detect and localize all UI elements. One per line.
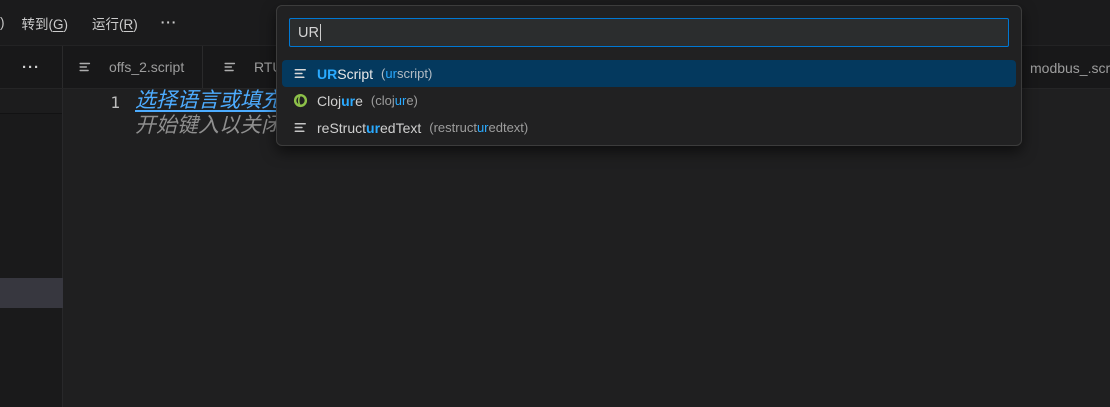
plaintext-file-icon	[222, 59, 238, 75]
tab-modbus-script[interactable]: modbus_.scr	[1023, 47, 1110, 89]
sidebar-selected-item[interactable]	[0, 278, 63, 308]
menu-overflow-fragment: )	[0, 15, 5, 30]
quick-pick-item-restructuredtext[interactable]: reStructuredText (restructuredtext)	[282, 114, 1016, 141]
tab-label: modbus_.scr	[1030, 60, 1110, 76]
plaintext-file-icon	[77, 59, 93, 75]
tab-label: offs_2.script	[109, 59, 184, 75]
quick-input-box[interactable]: UR	[289, 18, 1009, 47]
sidebar	[0, 89, 63, 407]
line-number: 1	[108, 93, 120, 112]
item-label: URScript	[317, 66, 373, 82]
item-description: (urscript)	[381, 66, 432, 81]
quick-pick-item-urscript[interactable]: URScript (urscript)	[282, 60, 1016, 87]
menu-more-button[interactable]: ···	[153, 11, 186, 34]
hint-dismiss-text: 开始键入以关闭	[135, 114, 282, 139]
tab-offs-2-script[interactable]: offs_2.script	[63, 46, 203, 88]
plaintext-language-icon	[292, 66, 308, 82]
tab-bar-actions-button[interactable]: ···	[0, 46, 63, 88]
sidebar-header	[0, 89, 62, 114]
choose-language-link[interactable]: 选择语言或填充	[135, 89, 282, 114]
plaintext-language-icon	[292, 120, 308, 136]
item-label: Clojure	[317, 93, 363, 109]
clojure-language-icon	[292, 93, 308, 109]
item-description: (restructuredtext)	[429, 120, 528, 135]
quick-pick-list: URScript (urscript) Clojure (clojure)	[277, 60, 1021, 141]
text-cursor	[320, 24, 322, 41]
menu-run[interactable]: 运行(R)	[85, 9, 145, 37]
quick-input-value: UR	[298, 25, 319, 41]
untitled-editor-hint: 选择语言或填充 开始键入以关闭	[135, 89, 282, 138]
vscode-window: ) 转到(G) 运行(R) ··· ··· offs_2.script RTU …	[0, 0, 1110, 407]
quick-pick-item-clojure[interactable]: Clojure (clojure)	[282, 87, 1016, 114]
quick-input-widget: UR URScript (urscript) Cloju	[276, 5, 1022, 146]
menu-goto[interactable]: 转到(G)	[15, 9, 76, 37]
item-description: (clojure)	[371, 93, 418, 108]
item-label: reStructuredText	[317, 120, 421, 136]
